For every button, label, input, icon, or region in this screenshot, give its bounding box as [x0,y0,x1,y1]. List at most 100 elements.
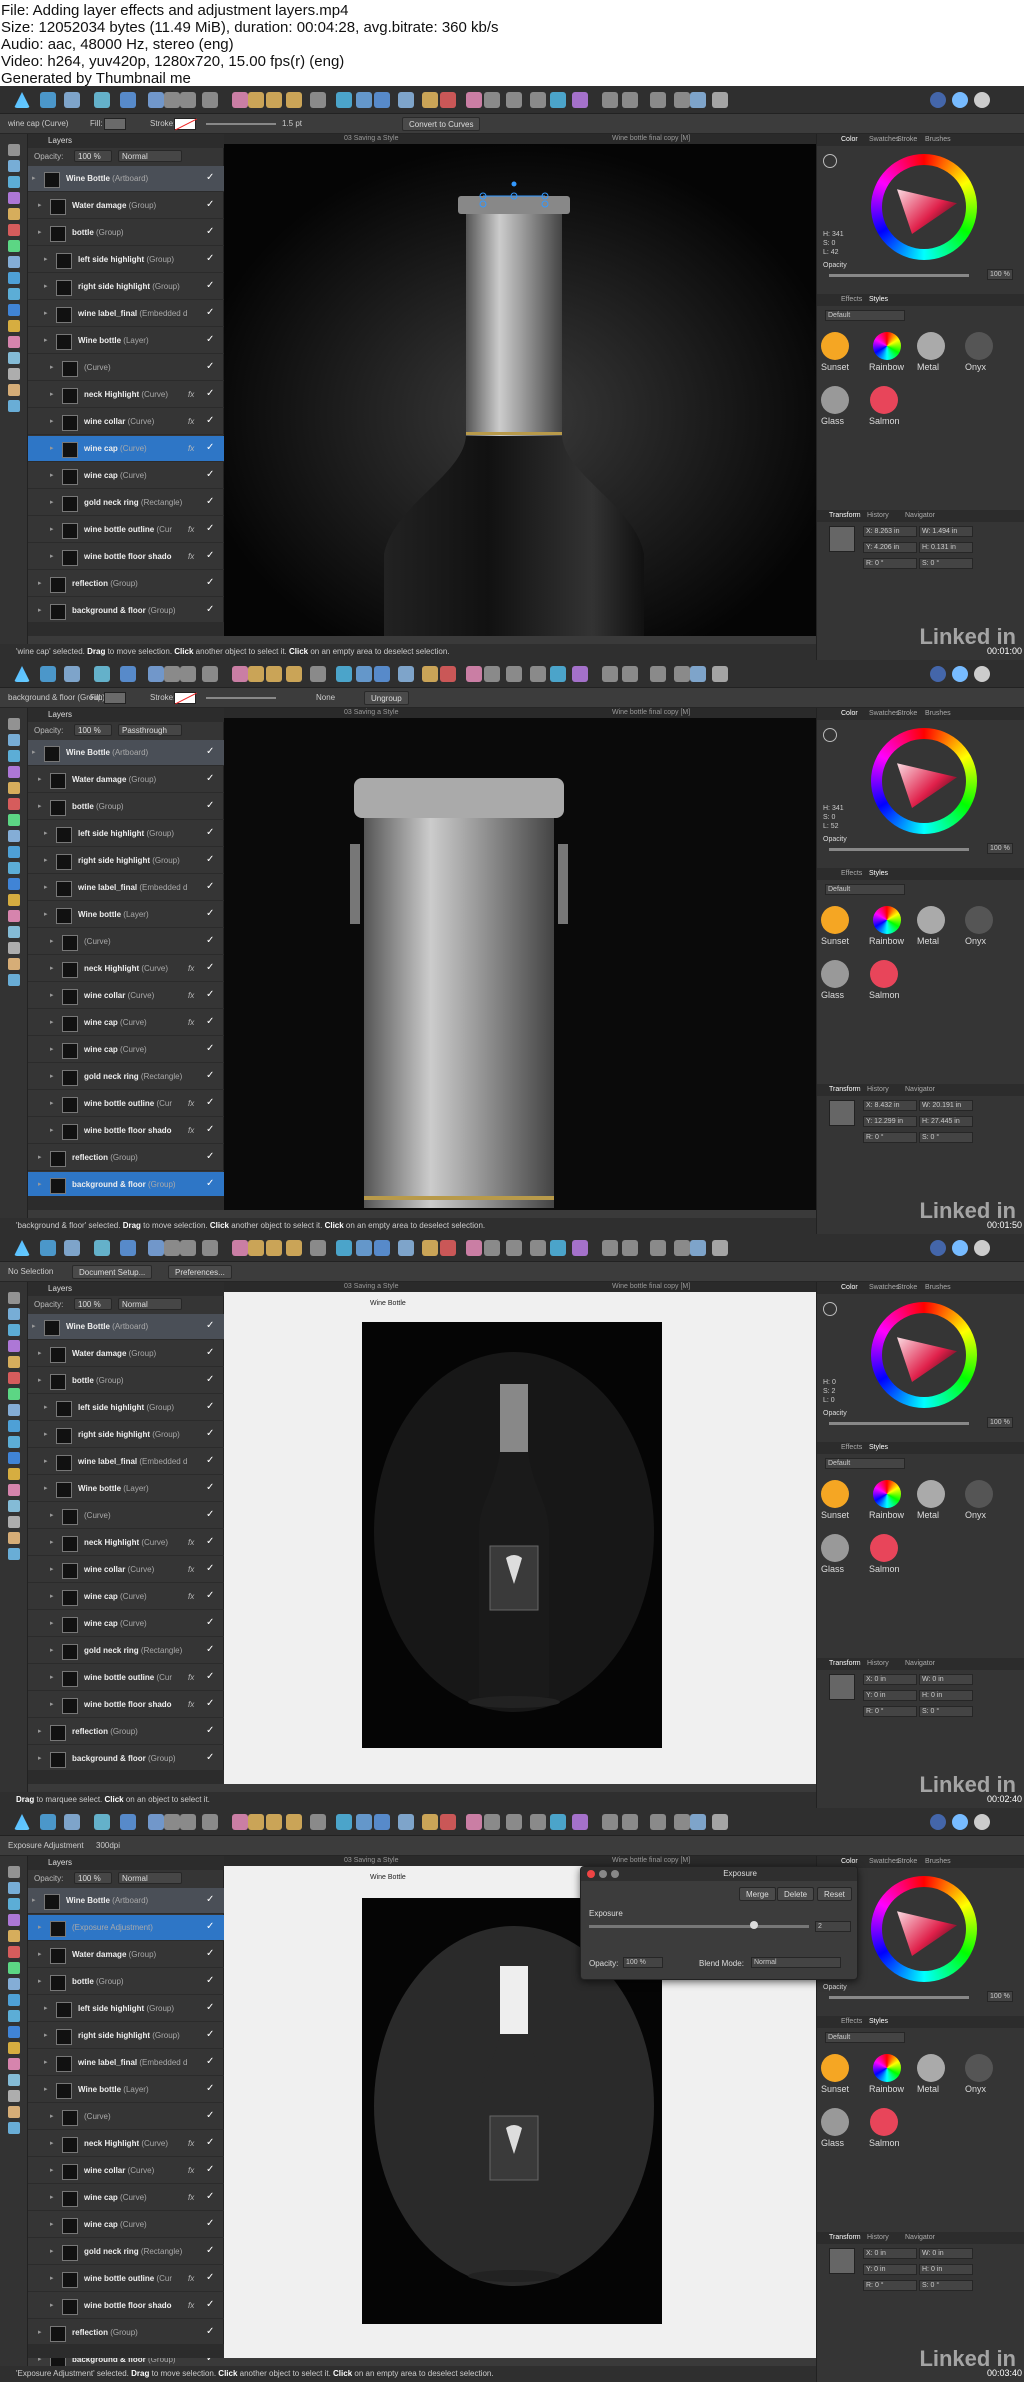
toolbar-tool-icon[interactable] [484,92,500,108]
tool-icon[interactable] [8,2074,20,2086]
persona-icon[interactable] [952,1814,968,1830]
visibility-checkbox[interactable]: ✓ [206,908,214,919]
toolbar-tool-icon[interactable] [202,92,218,108]
toolbar-tool-icon[interactable] [148,1814,164,1830]
toolbar-tool-icon[interactable] [180,1240,196,1256]
tool-icon[interactable] [8,862,20,874]
opacity-select[interactable]: 100 % [74,1298,112,1310]
layer-row[interactable]: ▸ (Exposure Adjustment) ✓ [28,1915,224,1941]
toolbar-tool-icon[interactable] [64,666,80,682]
toolbar-tool-icon[interactable] [232,1814,248,1830]
tool-icon[interactable] [8,272,20,284]
reset-button[interactable]: Reset [817,1887,852,1901]
tab-effects[interactable]: Effects [841,1444,862,1451]
visibility-checkbox[interactable]: ✓ [206,1894,214,1905]
layer-row[interactable]: ▸ gold neck ring (Rectangle) ✓ [28,490,224,516]
layer-fx-icon[interactable]: fx [188,444,194,453]
expand-arrow-icon[interactable]: ▸ [50,937,54,945]
toolbar-tool-icon[interactable] [266,1240,282,1256]
transform-field[interactable]: R: 0 ° [863,1132,917,1143]
layer-row[interactable]: ▸ Wine Bottle (Artboard) ✓ [28,740,224,766]
tool-icon[interactable] [8,894,20,906]
color-tab-color[interactable]: Color [841,136,858,143]
toolbar-tool-icon[interactable] [440,666,456,682]
visibility-checkbox[interactable]: ✓ [206,1455,214,1466]
toolbar-tool-icon[interactable] [398,1240,414,1256]
toolbar-tool-icon[interactable] [690,92,706,108]
style-onyx[interactable]: Onyx [965,2054,993,2094]
layer-fx-icon[interactable]: fx [188,1018,194,1027]
transform-field[interactable]: X: 0 in [863,1674,917,1685]
tool-icon[interactable] [8,814,20,826]
toolbar-tool-icon[interactable] [374,666,390,682]
style-glass[interactable]: Glass [821,386,849,426]
visibility-checkbox[interactable]: ✓ [206,577,214,588]
visibility-checkbox[interactable]: ✓ [206,550,214,561]
expand-arrow-icon[interactable]: ▸ [50,498,54,506]
toolbar-tool-icon[interactable] [484,666,500,682]
exposure-slider[interactable] [589,1925,809,1928]
context-action-button[interactable]: Ungroup [364,691,409,705]
tool-icon[interactable] [8,304,20,316]
toolbar-tool-icon[interactable] [202,666,218,682]
tab-transform[interactable]: Transform [829,512,861,519]
layer-row[interactable]: ▸ wine bottle floor shado fx ✓ [28,2293,224,2319]
eyedropper-icon[interactable] [823,728,837,742]
style-sunset[interactable]: Sunset [821,1480,849,1520]
expand-arrow-icon[interactable]: ▸ [50,552,54,560]
color-tab-brushes[interactable]: Brushes [925,136,951,143]
expand-arrow-icon[interactable]: ▸ [38,1950,42,1958]
doc-tab-left[interactable]: 03 Saving a Style [344,1857,398,1864]
style-onyx[interactable]: Onyx [965,906,993,946]
layer-row[interactable]: ▸ Wine bottle (Layer) ✓ [28,2077,224,2103]
toolbar-tool-icon[interactable] [690,1814,706,1830]
toolbar-tool-icon[interactable] [336,666,352,682]
opacity-select[interactable]: 100 % [74,150,112,162]
toolbar-tool-icon[interactable] [40,1240,56,1256]
toolbar-tool-icon[interactable] [180,92,196,108]
close-icon[interactable] [587,1870,595,1878]
tool-icon[interactable] [8,2122,20,2134]
tool-icon[interactable] [8,1404,20,1416]
expand-arrow-icon[interactable]: ▸ [50,1700,54,1708]
blend-mode-select[interactable]: Normal [118,1298,182,1310]
visibility-checkbox[interactable]: ✓ [206,2299,214,2310]
transform-field[interactable]: H: 0 in [919,2264,973,2275]
expand-arrow-icon[interactable]: ▸ [44,2058,48,2066]
tab-effects[interactable]: Effects [841,870,862,877]
tab-styles[interactable]: Styles [869,2018,888,2025]
tool-icon[interactable] [8,176,20,188]
transform-field[interactable]: Y: 12.299 in [863,1116,917,1127]
layer-row[interactable]: ▸ wine cap (Curve) ✓ [28,1037,224,1063]
transform-field[interactable]: W: 1.494 in [919,526,973,537]
toolbar-tool-icon[interactable] [650,666,666,682]
anchor-grid-icon[interactable] [829,2248,855,2274]
expand-arrow-icon[interactable]: ▸ [44,883,48,891]
layer-row[interactable]: ▸ Water damage (Group) ✓ [28,1341,224,1367]
layer-row[interactable]: ▸ wine collar (Curve) fx ✓ [28,1557,224,1583]
canvas-artwork[interactable] [224,144,816,636]
visibility-checkbox[interactable]: ✓ [206,1401,214,1412]
layer-row[interactable]: ▸ reflection (Group) ✓ [28,2320,224,2346]
layer-fx-icon[interactable]: fx [188,1538,194,1547]
visibility-checkbox[interactable]: ✓ [206,442,214,453]
style-onyx[interactable]: Onyx [965,332,993,372]
layer-row[interactable]: ▸ Wine Bottle (Artboard) ✓ [28,1314,224,1340]
toolbar-tool-icon[interactable] [148,666,164,682]
tab-navigator[interactable]: Navigator [905,1086,935,1093]
style-rainbow[interactable]: Rainbow [869,2054,904,2094]
tool-icon[interactable] [8,288,20,300]
canvas-artwork[interactable] [224,718,816,1210]
layer-row[interactable]: ▸ neck Highlight (Curve) fx ✓ [28,1530,224,1556]
toolbar-tool-icon[interactable] [356,92,372,108]
toolbar-tool-icon[interactable] [356,666,372,682]
visibility-checkbox[interactable]: ✓ [206,307,214,318]
transform-field[interactable]: S: 0 ° [919,2280,973,2291]
color-opacity-value[interactable]: 100 % [987,1417,1013,1428]
visibility-checkbox[interactable]: ✓ [206,496,214,507]
toolbar-tool-icon[interactable] [248,666,264,682]
expand-arrow-icon[interactable]: ▸ [44,910,48,918]
toolbar-tool-icon[interactable] [466,1240,482,1256]
expand-arrow-icon[interactable]: ▸ [38,1376,42,1384]
toolbar-tool-icon[interactable] [398,1814,414,1830]
